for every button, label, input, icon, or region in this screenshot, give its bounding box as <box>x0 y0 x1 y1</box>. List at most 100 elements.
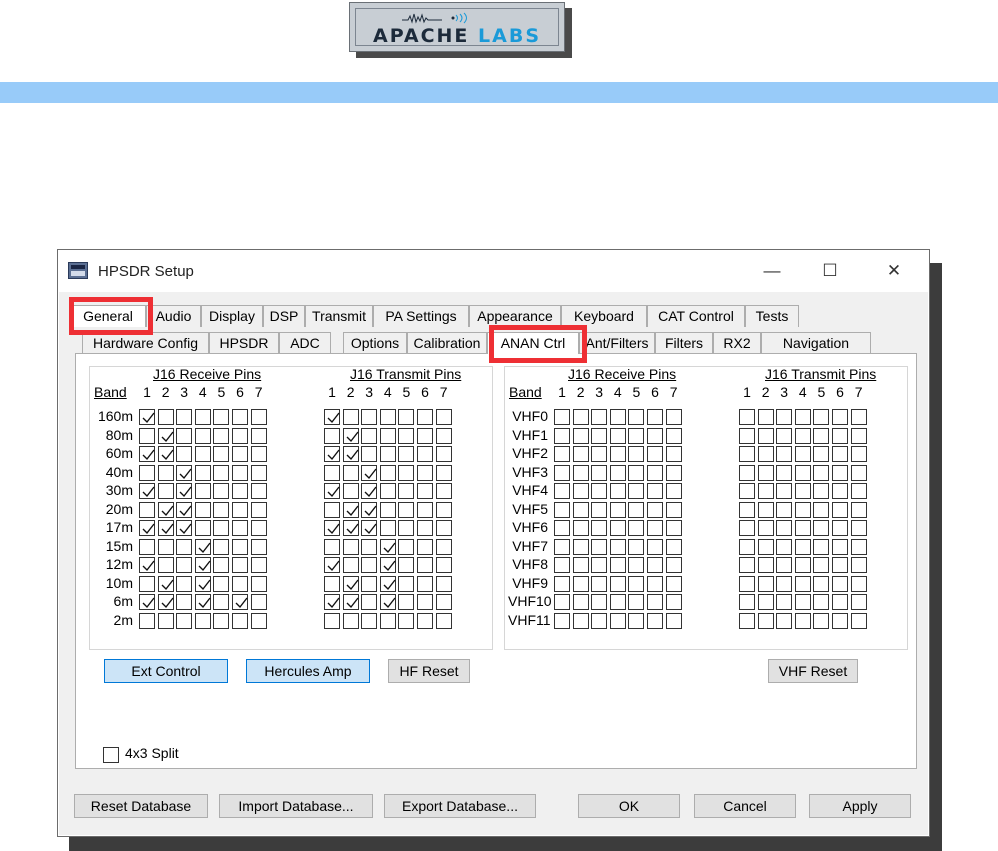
vhf-rx-pin-checkbox[interactable] <box>609 483 626 499</box>
hf-tx-pin-checkbox[interactable] <box>361 427 378 444</box>
hf-tx-pin-checkbox[interactable] <box>398 427 415 444</box>
vhf-tx-pin-checkbox[interactable] <box>850 427 867 444</box>
vhf-rx-pin-checkbox[interactable] <box>647 427 663 444</box>
vhf-tx-pin-checkbox[interactable] <box>794 575 811 592</box>
hf-tx-pin-checkbox[interactable] <box>435 594 452 610</box>
vhf-tx-pin-checkbox[interactable] <box>757 575 774 592</box>
hf-tx-pin-checkbox[interactable] <box>361 594 378 610</box>
apply-button[interactable]: Apply <box>809 794 911 818</box>
hf-tx-pin-checkbox[interactable] <box>435 612 452 629</box>
vhf-rx-pin-checkbox[interactable] <box>591 427 608 444</box>
tab-rx2[interactable]: RX2 <box>713 332 761 354</box>
hf-tx-pin-checkbox[interactable] <box>342 501 359 518</box>
vhf-rx-pin-checkbox[interactable] <box>609 446 626 462</box>
tab-dsp[interactable]: DSP <box>263 305 305 327</box>
vhf-rx-pin-checkbox[interactable] <box>554 520 570 536</box>
vhf-tx-pin-checkbox[interactable] <box>739 538 755 555</box>
vhf-tx-pin-checkbox[interactable] <box>794 446 811 462</box>
tab-audio[interactable]: Audio <box>146 305 201 327</box>
hf-rx-pin-checkbox[interactable] <box>250 446 267 462</box>
hf-tx-pin-checkbox[interactable] <box>379 520 396 536</box>
tab-transmit[interactable]: Transmit <box>305 305 373 327</box>
hf-tx-pin-checkbox[interactable] <box>379 409 396 425</box>
hf-rx-pin-checkbox[interactable] <box>194 427 211 444</box>
hf-tx-pin-checkbox[interactable] <box>379 594 396 610</box>
vhf-rx-pin-checkbox[interactable] <box>609 520 626 536</box>
hf-tx-pin-checkbox[interactable] <box>379 464 396 481</box>
vhf-tx-pin-checkbox[interactable] <box>813 557 830 573</box>
vhf-tx-pin-checkbox[interactable] <box>850 594 867 610</box>
vhf-rx-pin-checkbox[interactable] <box>572 446 589 462</box>
hf-rx-pin-checkbox[interactable] <box>213 464 230 481</box>
hf-tx-pin-checkbox[interactable] <box>324 594 340 610</box>
vhf-tx-pin-checkbox[interactable] <box>794 612 811 629</box>
vhf-rx-pin-checkbox[interactable] <box>647 538 663 555</box>
vhf-rx-pin-checkbox[interactable] <box>572 464 589 481</box>
vhf-tx-pin-checkbox[interactable] <box>757 483 774 499</box>
hf-rx-pin-checkbox[interactable] <box>232 538 248 555</box>
vhf-tx-pin-checkbox[interactable] <box>757 557 774 573</box>
vhf-rx-pin-checkbox[interactable] <box>591 557 608 573</box>
hf-tx-pin-checkbox[interactable] <box>417 557 433 573</box>
vhf-rx-pin-checkbox[interactable] <box>609 612 626 629</box>
hf-rx-pin-checkbox[interactable] <box>250 520 267 536</box>
vhf-rx-pin-checkbox[interactable] <box>554 575 570 592</box>
hf-tx-pin-checkbox[interactable] <box>398 538 415 555</box>
hf-tx-pin-checkbox[interactable] <box>361 446 378 462</box>
hf-tx-pin-checkbox[interactable] <box>417 427 433 444</box>
vhf-tx-pin-checkbox[interactable] <box>739 520 755 536</box>
hf-rx-pin-checkbox[interactable] <box>139 594 155 610</box>
hf-tx-pin-checkbox[interactable] <box>342 557 359 573</box>
vhf-tx-pin-checkbox[interactable] <box>739 557 755 573</box>
vhf-rx-pin-checkbox[interactable] <box>591 464 608 481</box>
hf-rx-pin-checkbox[interactable] <box>194 612 211 629</box>
vhf-rx-pin-checkbox[interactable] <box>665 483 682 499</box>
hf-rx-pin-checkbox[interactable] <box>139 575 155 592</box>
vhf-tx-pin-checkbox[interactable] <box>794 464 811 481</box>
hf-rx-pin-checkbox[interactable] <box>176 464 193 481</box>
hf-tx-pin-checkbox[interactable] <box>417 575 433 592</box>
hf-rx-pin-checkbox[interactable] <box>157 594 174 610</box>
hf-tx-pin-checkbox[interactable] <box>398 575 415 592</box>
vhf-tx-pin-checkbox[interactable] <box>776 464 793 481</box>
vhf-tx-pin-checkbox[interactable] <box>794 538 811 555</box>
hf-tx-pin-checkbox[interactable] <box>324 501 340 518</box>
vhf-rx-pin-checkbox[interactable] <box>628 538 645 555</box>
vhf-rx-pin-checkbox[interactable] <box>591 594 608 610</box>
hf-tx-pin-checkbox[interactable] <box>361 409 378 425</box>
vhf-rx-pin-checkbox[interactable] <box>572 575 589 592</box>
hf-rx-pin-checkbox[interactable] <box>157 612 174 629</box>
minimize-button[interactable]: — <box>756 259 788 283</box>
vhf-tx-pin-checkbox[interactable] <box>757 594 774 610</box>
vhf-rx-pin-checkbox[interactable] <box>554 557 570 573</box>
hf-rx-pin-checkbox[interactable] <box>250 409 267 425</box>
vhf-tx-pin-checkbox[interactable] <box>757 409 774 425</box>
hf-tx-pin-checkbox[interactable] <box>342 464 359 481</box>
vhf-rx-pin-checkbox[interactable] <box>628 483 645 499</box>
vhf-tx-pin-checkbox[interactable] <box>813 464 830 481</box>
tab-calibration[interactable]: Calibration <box>407 332 487 354</box>
hf-rx-pin-checkbox[interactable] <box>157 575 174 592</box>
hf-rx-pin-checkbox[interactable] <box>232 483 248 499</box>
tab-navigation[interactable]: Navigation <box>761 332 871 354</box>
vhf-tx-pin-checkbox[interactable] <box>776 612 793 629</box>
vhf-tx-pin-checkbox[interactable] <box>739 464 755 481</box>
vhf-rx-pin-checkbox[interactable] <box>591 520 608 536</box>
tab-tests[interactable]: Tests <box>745 305 799 327</box>
tab-ant-filters[interactable]: Ant/Filters <box>579 332 655 354</box>
vhf-rx-pin-checkbox[interactable] <box>554 594 570 610</box>
hf-rx-pin-checkbox[interactable] <box>213 483 230 499</box>
vhf-tx-pin-checkbox[interactable] <box>776 575 793 592</box>
hf-rx-pin-checkbox[interactable] <box>232 501 248 518</box>
vhf-rx-pin-checkbox[interactable] <box>628 501 645 518</box>
vhf-tx-pin-checkbox[interactable] <box>850 464 867 481</box>
hf-tx-pin-checkbox[interactable] <box>435 501 452 518</box>
hf-tx-pin-checkbox[interactable] <box>398 557 415 573</box>
hf-rx-pin-checkbox[interactable] <box>139 612 155 629</box>
vhf-rx-pin-checkbox[interactable] <box>665 427 682 444</box>
hf-tx-pin-checkbox[interactable] <box>324 464 340 481</box>
hf-rx-pin-checkbox[interactable] <box>139 501 155 518</box>
vhf-tx-pin-checkbox[interactable] <box>739 483 755 499</box>
hf-rx-pin-checkbox[interactable] <box>194 446 211 462</box>
vhf-rx-pin-checkbox[interactable] <box>591 501 608 518</box>
